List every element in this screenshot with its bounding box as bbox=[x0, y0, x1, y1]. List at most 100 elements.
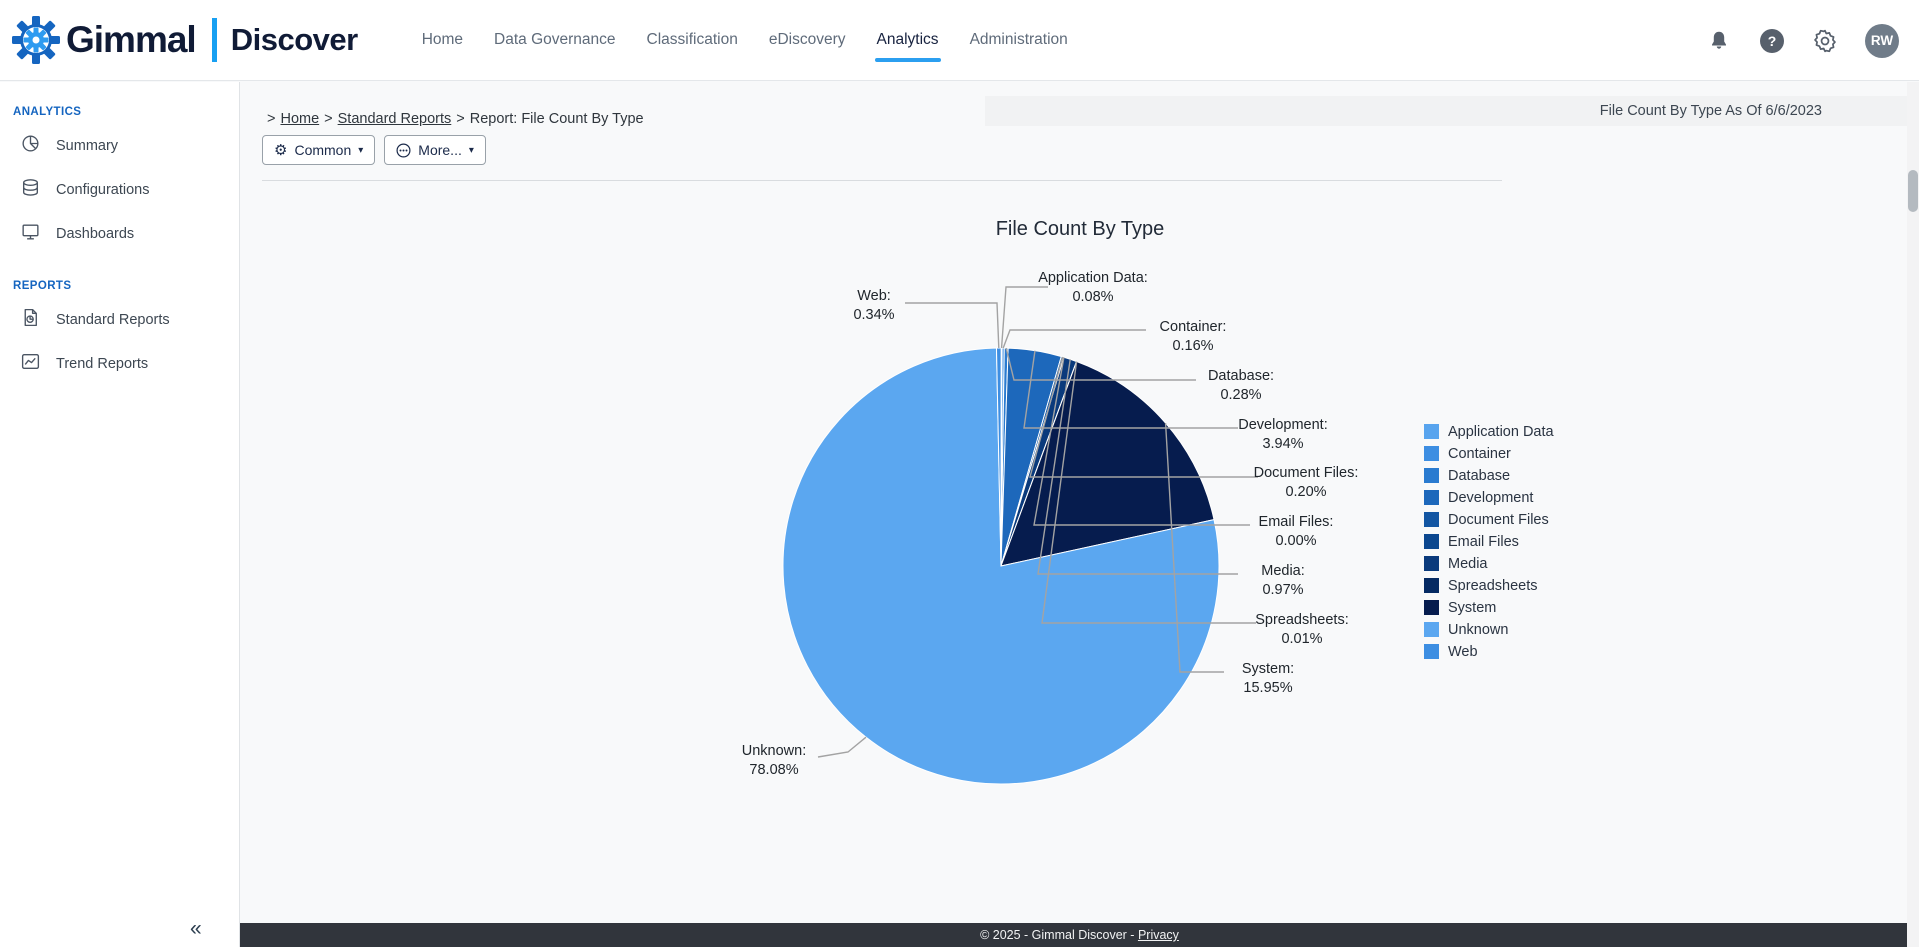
legend-color-swatch bbox=[1424, 600, 1439, 615]
legend-item-web[interactable]: Web bbox=[1424, 644, 1554, 659]
pie-data-label: 0.28% bbox=[1220, 387, 1261, 403]
legend-label: Database bbox=[1448, 468, 1510, 484]
main-nav: Home Data Governance Classification eDiscov… bbox=[420, 23, 1070, 57]
app-window: Gimmal Discover Home Data Governance Class… bbox=[0, 0, 1919, 947]
pie-data-label: Web: bbox=[857, 288, 891, 304]
legend-color-swatch bbox=[1424, 446, 1439, 461]
sidebar-item-dashboards[interactable]: Dashboards bbox=[0, 212, 239, 256]
legend-label: Web bbox=[1448, 644, 1478, 660]
legend-label: System bbox=[1448, 600, 1496, 616]
notifications-bell-icon[interactable] bbox=[1706, 28, 1732, 54]
brand-divider bbox=[212, 18, 217, 62]
legend-label: Unknown bbox=[1448, 622, 1508, 638]
brand-logo[interactable]: Gimmal Discover bbox=[10, 14, 358, 66]
nav-item-administration[interactable]: Administration bbox=[968, 23, 1070, 57]
help-icon[interactable]: ? bbox=[1759, 28, 1785, 54]
legend-color-swatch bbox=[1424, 512, 1439, 527]
pie-data-label: Container: bbox=[1160, 319, 1227, 335]
pie-data-label: 15.95% bbox=[1243, 680, 1292, 696]
label-connector-line bbox=[818, 737, 866, 757]
pie-data-label: 0.16% bbox=[1172, 338, 1213, 354]
legend-color-swatch bbox=[1424, 644, 1439, 659]
legend-color-swatch bbox=[1424, 468, 1439, 483]
report-document-icon bbox=[20, 307, 41, 333]
pie-data-label: Spreadsheets: bbox=[1255, 612, 1349, 628]
legend-color-swatch bbox=[1424, 534, 1439, 549]
legend-label: Document Files bbox=[1448, 512, 1549, 528]
pie-data-label: 78.08% bbox=[749, 762, 798, 778]
legend-item-unknown[interactable]: Unknown bbox=[1424, 622, 1554, 637]
nav-item-home[interactable]: Home bbox=[420, 23, 465, 57]
privacy-link[interactable]: Privacy bbox=[1138, 928, 1179, 942]
legend-item-application-data[interactable]: Application Data bbox=[1424, 424, 1554, 439]
user-avatar[interactable]: RW bbox=[1865, 24, 1899, 58]
legend-item-system[interactable]: System bbox=[1424, 600, 1554, 615]
sidebar-item-label: Summary bbox=[56, 138, 118, 154]
pie-data-label: System: bbox=[1242, 661, 1294, 677]
legend-color-swatch bbox=[1424, 622, 1439, 637]
pie-data-label: Development: bbox=[1238, 417, 1327, 433]
gimmal-gear-icon bbox=[10, 14, 62, 66]
label-connector-line bbox=[905, 303, 999, 348]
legend-label: Spreadsheets bbox=[1448, 578, 1537, 594]
app-footer: © 2025 - Gimmal Discover - Privacy bbox=[240, 923, 1919, 947]
pie-data-label: Database: bbox=[1208, 368, 1274, 384]
database-icon bbox=[20, 177, 41, 203]
sidebar-item-configurations[interactable]: Configurations bbox=[0, 168, 239, 212]
pie-data-label: 3.94% bbox=[1262, 436, 1303, 452]
legend-label: Media bbox=[1448, 556, 1488, 572]
sidebar-item-label: Configurations bbox=[56, 182, 150, 198]
pie-data-label: 0.01% bbox=[1281, 631, 1322, 647]
legend-label: Application Data bbox=[1448, 424, 1554, 440]
legend-item-email-files[interactable]: Email Files bbox=[1424, 534, 1554, 549]
chart-legend: Application Data Container Database Develop… bbox=[1424, 424, 1554, 666]
legend-item-document-files[interactable]: Document Files bbox=[1424, 512, 1554, 527]
pie-chart-icon bbox=[20, 133, 41, 159]
legend-label: Development bbox=[1448, 490, 1533, 506]
sidebar-item-trend-reports[interactable]: Trend Reports bbox=[0, 342, 239, 386]
legend-item-spreadsheets[interactable]: Spreadsheets bbox=[1424, 578, 1554, 593]
trend-line-icon bbox=[20, 351, 41, 377]
pie-data-label: 0.20% bbox=[1285, 484, 1326, 500]
legend-item-database[interactable]: Database bbox=[1424, 468, 1554, 483]
legend-item-development[interactable]: Development bbox=[1424, 490, 1554, 505]
sidebar: ANALYTICS Summary Configurations Dashboards… bbox=[0, 82, 240, 947]
brand-product: Discover bbox=[231, 22, 358, 58]
pie-data-label: 0.00% bbox=[1275, 533, 1316, 549]
sidebar-section-title: REPORTS bbox=[13, 280, 239, 292]
legend-item-media[interactable]: Media bbox=[1424, 556, 1554, 571]
legend-color-swatch bbox=[1424, 490, 1439, 505]
legend-color-swatch bbox=[1424, 578, 1439, 593]
pie-chart: Application Data: 0.08% Container: 0.16% Dat… bbox=[240, 82, 1919, 923]
nav-item-ediscovery[interactable]: eDiscovery bbox=[767, 23, 848, 57]
legend-item-container[interactable]: Container bbox=[1424, 446, 1554, 461]
pie-data-label: 0.34% bbox=[853, 307, 894, 323]
footer-text: © 2025 - Gimmal Discover - Privacy bbox=[980, 928, 1179, 942]
svg-text:?: ? bbox=[1768, 33, 1777, 49]
sidebar-collapse-button[interactable]: « bbox=[190, 917, 202, 941]
settings-gear-icon[interactable] bbox=[1812, 28, 1838, 54]
pie-data-label: Email Files: bbox=[1259, 514, 1334, 530]
header-actions: ? RW bbox=[1706, 0, 1899, 81]
label-connector-line bbox=[1003, 330, 1146, 348]
pie-data-label: Application Data: bbox=[1038, 270, 1148, 286]
nav-item-data-governance[interactable]: Data Governance bbox=[492, 23, 618, 57]
label-connector-line bbox=[1002, 287, 1048, 348]
sidebar-section-title: ANALYTICS bbox=[13, 106, 239, 118]
app-header: Gimmal Discover Home Data Governance Class… bbox=[0, 0, 1919, 81]
brand-name: Gimmal bbox=[66, 19, 196, 61]
vertical-scrollbar[interactable] bbox=[1907, 82, 1919, 947]
scrollbar-thumb[interactable] bbox=[1908, 170, 1918, 212]
pie-data-label: 0.08% bbox=[1072, 289, 1113, 305]
sidebar-item-label: Standard Reports bbox=[56, 312, 170, 328]
sidebar-item-summary[interactable]: Summary bbox=[0, 124, 239, 168]
legend-color-swatch bbox=[1424, 556, 1439, 571]
sidebar-item-label: Trend Reports bbox=[56, 356, 148, 372]
monitor-icon bbox=[20, 221, 41, 247]
nav-item-analytics[interactable]: Analytics bbox=[875, 23, 941, 57]
pie-data-label: Document Files: bbox=[1254, 465, 1359, 481]
pie-data-label: 0.97% bbox=[1262, 582, 1303, 598]
sidebar-item-standard-reports[interactable]: Standard Reports bbox=[0, 298, 239, 342]
legend-label: Container bbox=[1448, 446, 1511, 462]
nav-item-classification[interactable]: Classification bbox=[645, 23, 740, 57]
